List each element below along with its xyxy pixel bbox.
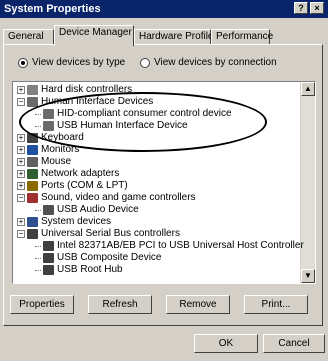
system-properties-window: System Properties ? × General Device Man… <box>0 0 328 361</box>
tree-connector <box>35 269 41 271</box>
device-tree-label: Mouse <box>41 156 72 167</box>
device-tree-category[interactable]: − Universal Serial Bus controllers <box>17 228 180 240</box>
print-button[interactable]: Print... <box>244 295 308 314</box>
expand-icon[interactable]: + <box>17 146 25 154</box>
tab-general[interactable]: General <box>3 29 54 45</box>
collapse-icon[interactable]: − <box>17 230 25 238</box>
window-title: System Properties <box>4 3 101 15</box>
device-tree-label: USB Composite Device <box>57 252 162 263</box>
usb-icon <box>43 241 54 251</box>
device-tree-label: Intel 82371AB/EB PCI to USB Universal Ho… <box>57 240 304 251</box>
usb-icon <box>43 253 54 263</box>
help-button[interactable]: ? <box>294 2 308 14</box>
expand-icon[interactable]: + <box>17 86 25 94</box>
device-tree-category[interactable]: + Ports (COM & LPT) <box>17 180 128 192</box>
cancel-label: Cancel <box>278 338 310 349</box>
remove-label: Remove <box>179 299 217 310</box>
network-icon <box>27 169 38 179</box>
remove-button[interactable]: Remove <box>166 295 230 314</box>
tree-connector <box>35 209 41 211</box>
view-by-connection-label: View devices by connection <box>154 57 277 68</box>
device-tree-item[interactable]: Intel 82371AB/EB PCI to USB Universal Ho… <box>35 240 304 252</box>
scroll-up-icon[interactable]: ▲ <box>301 82 315 96</box>
title-bar[interactable]: System Properties ? × <box>0 0 328 18</box>
device-tree-category[interactable]: − Sound, video and game controllers <box>17 192 196 204</box>
device-tree-label: Sound, video and game controllers <box>41 192 196 203</box>
scroll-down-icon[interactable]: ▼ <box>301 269 315 283</box>
ok-button[interactable]: OK <box>194 334 258 353</box>
device-tree-label: USB Audio Device <box>57 204 139 215</box>
usb-icon <box>43 265 54 275</box>
view-by-type-option[interactable]: View devices by type <box>18 57 125 68</box>
tab-performance[interactable]: Performance <box>211 29 273 45</box>
device-tree-label: Universal Serial Bus controllers <box>41 228 180 239</box>
ok-label: OK <box>218 338 234 349</box>
device-tree-label: Network adapters <box>41 168 120 179</box>
refresh-button[interactable]: Refresh <box>88 295 152 314</box>
collapse-icon[interactable]: − <box>17 194 25 202</box>
device-tree-item[interactable]: USB Root Hub <box>35 264 123 276</box>
properties-label: Properties <box>19 299 65 310</box>
view-by-connection-option[interactable]: View devices by connection <box>140 57 277 68</box>
system-icon <box>27 217 38 227</box>
disk-controller-icon <box>27 85 38 95</box>
expand-icon[interactable]: + <box>17 182 25 190</box>
monitor-icon <box>27 145 38 155</box>
tab-device-manager[interactable]: Device Manager <box>54 25 134 46</box>
device-manager-panel: View devices by type View devices by con… <box>3 44 323 326</box>
device-tree-category[interactable]: + Mouse <box>17 156 71 168</box>
tab-hardware-profiles[interactable]: Hardware Profiles <box>134 29 218 45</box>
device-tree-label: System devices <box>41 216 112 227</box>
cancel-button[interactable]: Cancel <box>263 334 325 353</box>
highlight-ellipse <box>19 92 267 152</box>
properties-button[interactable]: Properties <box>10 295 74 314</box>
device-tree-item[interactable]: USB Composite Device <box>35 252 161 264</box>
vertical-scrollbar[interactable]: ▲ ▼ <box>300 82 315 283</box>
port-icon <box>27 181 38 191</box>
radio-unselected-icon[interactable] <box>140 57 150 68</box>
sound-icon <box>27 193 38 203</box>
device-tree-category[interactable]: + System devices <box>17 216 111 228</box>
expand-icon[interactable]: + <box>17 134 25 142</box>
expand-icon[interactable]: + <box>17 218 25 226</box>
refresh-label: Refresh <box>102 299 138 310</box>
mouse-icon <box>27 157 38 167</box>
expand-icon[interactable]: + <box>17 170 25 178</box>
view-by-type-label: View devices by type <box>32 57 126 68</box>
expand-icon[interactable]: + <box>17 158 25 166</box>
tree-connector <box>35 245 41 247</box>
print-label: Print... <box>261 299 291 310</box>
device-tree-category[interactable]: + Network adapters <box>17 168 119 180</box>
audio-device-icon <box>43 205 54 215</box>
tree-connector <box>35 257 41 259</box>
device-tree-label: Ports (COM & LPT) <box>41 180 128 191</box>
device-tree-label: USB Root Hub <box>57 264 123 275</box>
collapse-icon[interactable]: − <box>17 98 25 106</box>
device-tree-item[interactable]: USB Audio Device <box>35 204 139 216</box>
usb-icon <box>27 229 38 239</box>
close-button[interactable]: × <box>310 2 324 14</box>
radio-selected-icon[interactable] <box>18 57 28 68</box>
